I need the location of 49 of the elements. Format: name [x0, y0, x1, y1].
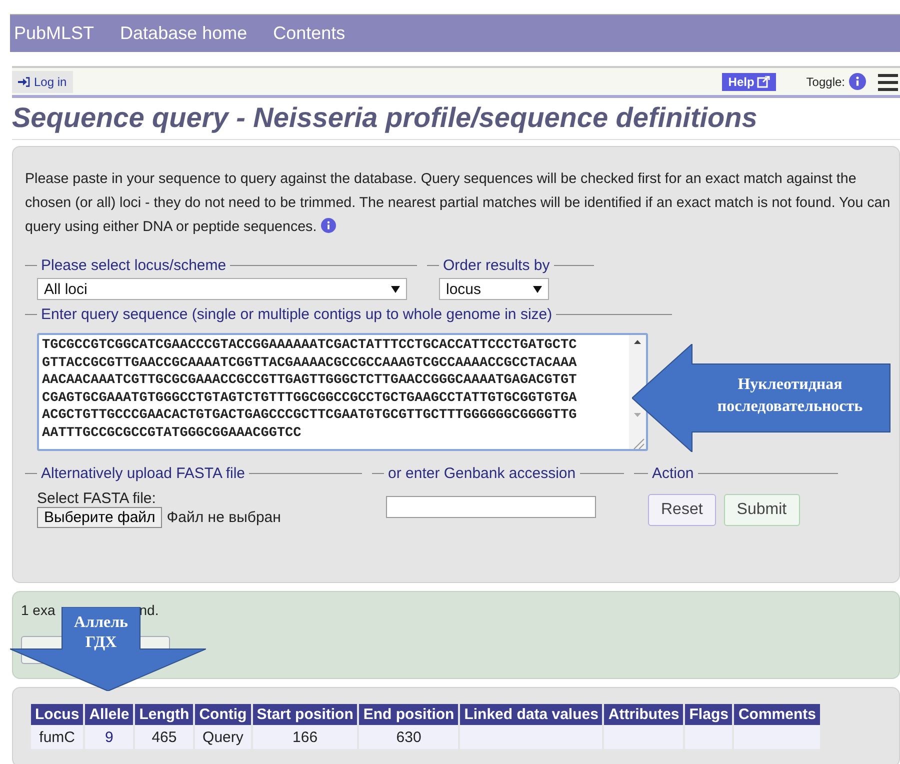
column-header: Comments: [734, 704, 820, 725]
column-header: End position: [359, 704, 458, 725]
form-button[interactable]: Submit: [724, 494, 800, 526]
login-icon: [18, 76, 30, 86]
toggle-label: Toggle:: [806, 74, 845, 88]
table-cell: 166: [252, 725, 358, 749]
info-icon[interactable]: [320, 218, 336, 233]
column-header: Locus: [31, 704, 84, 725]
fieldset-legend: Order results by: [439, 257, 554, 274]
result-button[interactable]: [140, 636, 170, 649]
choose-file-button[interactable]: Выберите файл: [37, 507, 162, 528]
column-header: Contig: [195, 704, 251, 725]
scrollbar[interactable]: [629, 335, 646, 449]
page-title: Sequence query - Neisseria profile/sequence definitions: [12, 102, 758, 134]
column-header: Start position: [252, 704, 358, 725]
fieldset-legend: Alternatively upload FASTA file: [37, 465, 249, 482]
callout-text: Нуклеотидная последовательность: [716, 375, 864, 417]
fieldset-legend: Please select locus/scheme: [37, 257, 230, 274]
sort-order-dropdown[interactable]: locus: [439, 278, 549, 300]
info-icon[interactable]: [849, 73, 866, 90]
intro-text: Please paste in your sequence to query against the database. Query sequences will be checked first for an exact match against the chosen (or all) loci - they do not need to be trimmed. The nearest partial matches will be identified if an exact match is not found. You can query using either DNA or peptide sequences.: [25, 170, 891, 237]
column-header: Length: [135, 704, 194, 725]
upload-label: Select FASTA file:: [37, 490, 157, 507]
table-cell: Query: [195, 725, 251, 749]
column-header: Allele: [85, 704, 134, 725]
column-header: Flags: [685, 704, 732, 725]
menu-icon[interactable]: [878, 72, 898, 92]
accession-field[interactable]: [386, 496, 596, 518]
caret-icon: [391, 286, 400, 292]
result-message: 1 exa: [21, 602, 56, 618]
fieldset-legend: or enter Genbank accession: [384, 465, 580, 482]
table-cell: fumC: [31, 725, 84, 749]
table-cell: 465: [135, 725, 194, 749]
table-cell: [685, 725, 732, 749]
sequence-field[interactable]: TGCGCCGTCGGCATCGAACCCGTACCGGAAAAAATCGACTATTTCCTGCACCATTCCCTGATGCTC GTTACCGCGTTGAACCGCAAAATCGGTTACGAAAACGCCGCCAAAGTCGCCAAAACCGCCTACAAA AACAACAAATCGTTGCGCGAAACCGCCGTTGAGTTGGGCTCTTGAACCGGGCAAAATGAGACGTGT CGAGTGCGAAATGTGGGCCTGTAGTCTGTTTGGCGGCCGCCTGCTGAAGCCTATTGTGCGGTGTGA ACGCTGTTGCCCGAACACTGTGACTGAGCCCGCTTCGAATGTGCGTTGCTTTGGGGGGCGGGGTTG AATTTGCCGCGCCGTATGGGCGGAAACGGTCC: [37, 333, 648, 451]
column-header: Linked data values: [460, 704, 602, 725]
fieldset-legend: Enter query sequence (single or multiple contigs up to whole genome in size): [37, 306, 556, 323]
external-link-icon: [757, 76, 770, 88]
caret-icon: [533, 286, 542, 292]
file-status: Файл не выбран: [166, 509, 281, 526]
allele-link[interactable]: 9: [85, 725, 134, 749]
callout-text: Аллель ГДХ: [72, 613, 130, 653]
form-button[interactable]: Reset: [648, 494, 716, 526]
locus-select[interactable]: All loci: [37, 278, 407, 300]
table-cell: 630: [359, 725, 458, 749]
column-header: Attributes: [604, 704, 684, 725]
help-button[interactable]: Help: [722, 72, 776, 90]
login-button[interactable]: Log in: [12, 70, 73, 92]
fieldset-legend: Action: [648, 465, 698, 482]
